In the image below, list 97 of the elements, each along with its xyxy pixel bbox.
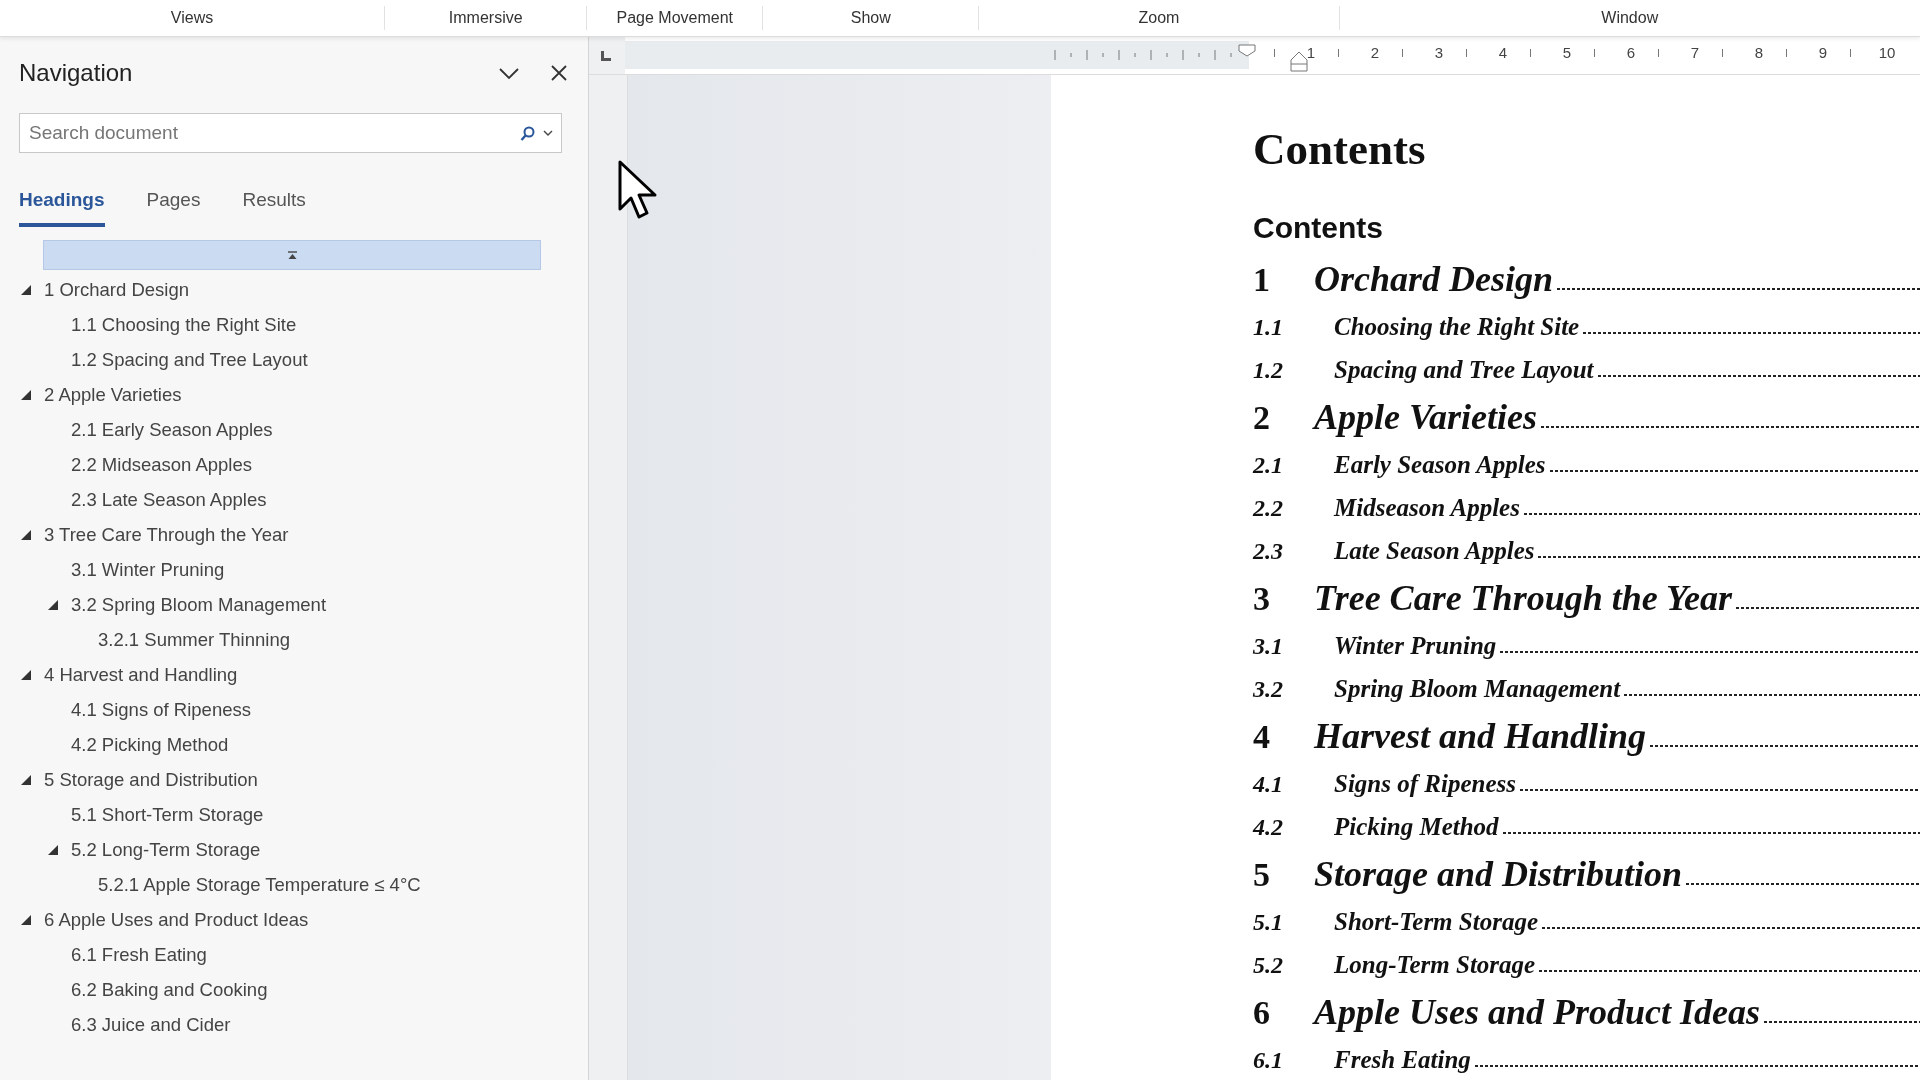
toc-entry[interactable]: Winter Pruning: [1334, 624, 1497, 667]
hanging-indent-marker-icon[interactable]: [1290, 50, 1308, 72]
toc-number: 2.1: [1253, 451, 1284, 480]
ruler-number: 1: [1305, 44, 1317, 61]
heading-item[interactable]: 5.2 Long-Term Storage: [71, 838, 261, 861]
group-label: Views: [170, 9, 214, 27]
expander-icon[interactable]: [20, 913, 32, 926]
toc-entry[interactable]: Orchard Design: [1314, 253, 1554, 305]
group-label: Immersive: [448, 9, 523, 27]
heading-item[interactable]: 3 Tree Care Through the Year: [44, 523, 289, 546]
toc-number: 1: [1253, 260, 1271, 300]
toc-number: 4.2: [1253, 813, 1284, 842]
ruler[interactable]: 1 2 3 4 5 6 7 8 9 10: [625, 37, 1920, 74]
expander-icon[interactable]: [47, 598, 59, 611]
ruler-number: 2: [1369, 44, 1381, 61]
arrow-to-top-icon[interactable]: [287, 251, 297, 259]
tab-stop-icon[interactable]: [601, 51, 611, 61]
toc-number: 2: [1253, 398, 1271, 438]
toc-number: 5.1: [1253, 908, 1284, 937]
toc-number: 4: [1253, 717, 1271, 757]
tab[interactable]: Results: [242, 189, 306, 227]
toc-heading: Contents: [1253, 210, 1384, 246]
group-label: Window: [1601, 9, 1659, 27]
expander-icon[interactable]: [20, 668, 32, 681]
heading-item[interactable]: 1.2 Spacing and Tree Layout: [71, 348, 308, 371]
toc-entry[interactable]: Harvest and Handling: [1314, 710, 1647, 762]
tab[interactable]: Pages: [146, 189, 201, 227]
heading-item[interactable]: 2.1 Early Season Apples: [71, 418, 273, 441]
toc-number: 2.2: [1253, 494, 1284, 523]
expander-icon[interactable]: [20, 388, 32, 401]
heading-item[interactable]: 4 Harvest and Handling: [44, 663, 238, 686]
toc-entry[interactable]: Signs of Ripeness: [1334, 762, 1516, 805]
toc-entry[interactable]: Spacing and Tree Layout: [1334, 348, 1594, 391]
heading-item[interactable]: 6 Apple Uses and Product Ideas: [44, 908, 309, 931]
toc-number: 3.1: [1253, 632, 1284, 661]
tab[interactable]: Headings: [19, 189, 105, 227]
toc-number: 2.3: [1253, 537, 1284, 566]
ruler-number: 8: [1753, 44, 1765, 61]
expander-icon[interactable]: [20, 283, 32, 296]
heading-item[interactable]: 1 Orchard Design: [44, 278, 189, 301]
toc-number: 3: [1253, 579, 1271, 619]
ruler-number: 7: [1689, 44, 1701, 61]
heading-item[interactable]: 2.3 Late Season Apples: [71, 488, 267, 511]
toc-entry[interactable]: Early Season Apples: [1334, 443, 1546, 486]
heading-item[interactable]: 4.1 Signs of Ripeness: [71, 698, 251, 721]
toc-number: 6.1: [1253, 1046, 1284, 1075]
toc-number: 5: [1253, 855, 1271, 895]
toc-number: 6: [1253, 993, 1271, 1033]
heading-item[interactable]: 4.2 Picking Method: [71, 733, 229, 756]
search-icon[interactable]: [520, 125, 535, 141]
group-label: Show: [850, 9, 891, 27]
toc-entry[interactable]: Apple Varieties: [1314, 391, 1537, 443]
toc-number: 3.2: [1253, 675, 1284, 704]
expander-icon[interactable]: [20, 773, 32, 786]
heading-item[interactable]: 6.2 Baking and Cooking: [71, 978, 268, 1001]
close-icon[interactable]: [550, 64, 568, 82]
heading-item[interactable]: 2.2 Midseason Apples: [71, 453, 252, 476]
ruler-number: 6: [1625, 44, 1637, 61]
toc-entry[interactable]: Picking Method: [1334, 805, 1499, 848]
heading-item[interactable]: 3.2 Spring Bloom Management: [71, 593, 327, 616]
toc-entry[interactable]: Fresh Eating: [1334, 1038, 1471, 1080]
dropdown-caret-icon[interactable]: [543, 130, 553, 136]
toc-entry[interactable]: Spring Bloom Management: [1334, 667, 1621, 710]
toc-number: 4.1: [1253, 770, 1284, 799]
ruler-number: 3: [1433, 44, 1445, 61]
group-label: Zoom: [1138, 9, 1180, 27]
toc-entry[interactable]: Tree Care Through the Year: [1314, 572, 1733, 624]
heading-item[interactable]: 6.1 Fresh Eating: [71, 943, 207, 966]
heading-item[interactable]: 6.3 Juice and Cider: [71, 1013, 231, 1036]
pane-title: Navigation: [19, 59, 134, 87]
expander-icon[interactable]: [47, 843, 59, 856]
toc-entry[interactable]: Late Season Apples: [1334, 529, 1535, 572]
search-field[interactable]: Search document: [19, 113, 562, 153]
heading-item[interactable]: 5.1 Short-Term Storage: [71, 803, 264, 826]
toc-number: 5.2: [1253, 951, 1284, 980]
ruler-number: 9: [1817, 44, 1829, 61]
ruler-number: 5: [1561, 44, 1573, 61]
group-label: Page Movement: [616, 9, 733, 27]
chevron-down-icon[interactable]: [498, 66, 520, 80]
toc-entry[interactable]: Midseason Apples: [1334, 486, 1520, 529]
toc-number: 1.2: [1253, 356, 1284, 385]
heading-item[interactable]: 5 Storage and Distribution: [44, 768, 258, 791]
toc-entry[interactable]: Long-Term Storage: [1334, 943, 1536, 986]
heading-item[interactable]: 3.1 Winter Pruning: [71, 558, 225, 581]
ruler-number: 10: [1877, 44, 1897, 61]
toc-number: 1.1: [1253, 313, 1284, 342]
heading-item[interactable]: 2 Apple Varieties: [44, 383, 182, 406]
heading-item[interactable]: 5.2.1 Apple Storage Temperature ≤ 4°C: [98, 873, 421, 896]
toc-entry[interactable]: Apple Uses and Product Ideas: [1314, 986, 1760, 1038]
heading-item[interactable]: 3.2.1 Summer Thinning: [98, 628, 290, 651]
heading-item[interactable]: 1.1 Choosing the Right Site: [71, 313, 297, 336]
ruler-number: 4: [1497, 44, 1509, 61]
document-title: Contents: [1253, 123, 1427, 176]
toc-entry[interactable]: Short-Term Storage: [1334, 900, 1538, 943]
expander-icon[interactable]: [20, 528, 32, 541]
toc-entry[interactable]: Choosing the Right Site: [1334, 305, 1580, 348]
toc-entry[interactable]: Storage and Distribution: [1314, 848, 1683, 900]
